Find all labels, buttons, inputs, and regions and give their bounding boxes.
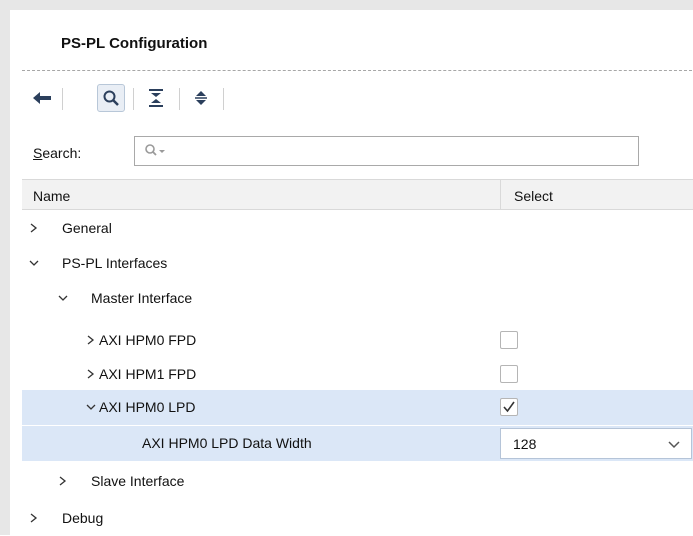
collapse-all-icon — [149, 89, 163, 107]
toolbar-separator — [133, 88, 134, 110]
chevron-down-icon[interactable] — [667, 439, 681, 449]
tree-row-label: AXI HPM0 FPD — [99, 332, 197, 348]
tree-row-axi-hpm0-lpd-data-width[interactable]: AXI HPM0 LPD Data Width 128 — [22, 426, 693, 461]
column-divider[interactable] — [500, 180, 501, 209]
tree-row-label: AXI HPM0 LPD — [99, 399, 196, 415]
tree-row-label: AXI HPM0 LPD Data Width — [142, 435, 312, 451]
data-width-value: 128 — [513, 436, 537, 452]
column-header-name[interactable]: Name — [33, 188, 70, 204]
tree-row-label: Slave Interface — [91, 473, 185, 489]
chevron-right-icon[interactable] — [84, 333, 98, 347]
tree-row-slave-interface[interactable]: Slave Interface — [22, 464, 693, 499]
data-width-select[interactable]: 128 — [500, 428, 692, 459]
tree-row-label: PS-PL Interfaces — [62, 255, 168, 271]
tree-row-axi-hpm0-fpd[interactable]: AXI HPM0 FPD — [22, 323, 693, 358]
chevron-down-icon[interactable] — [56, 291, 70, 305]
search-icon — [103, 90, 119, 106]
window-frame-left — [0, 0, 10, 535]
search-input[interactable] — [134, 136, 639, 166]
tree-row-label: AXI HPM1 FPD — [99, 366, 197, 382]
checkmark-icon — [503, 401, 515, 413]
back-arrow-icon — [33, 92, 51, 104]
window-frame-top — [0, 0, 693, 10]
select-checkbox[interactable] — [500, 331, 518, 349]
expand-all-icon — [195, 91, 207, 105]
chevron-right-icon[interactable] — [84, 367, 98, 381]
tree-row-axi-hpm1-fpd[interactable]: AXI HPM1 FPD — [22, 357, 693, 392]
expand-all-button[interactable] — [187, 84, 215, 112]
tree-row-general[interactable]: General — [22, 211, 693, 246]
back-button[interactable] — [28, 84, 56, 112]
chevron-down-icon[interactable] — [27, 256, 41, 270]
search-toggle-button[interactable] — [97, 84, 125, 112]
collapse-all-button[interactable] — [142, 84, 170, 112]
chevron-right-icon[interactable] — [27, 221, 41, 235]
search-label: Search: — [33, 145, 82, 161]
column-header-select[interactable]: Select — [514, 188, 553, 204]
tree-row-debug[interactable]: Debug — [22, 501, 693, 536]
chevron-down-icon[interactable] — [84, 400, 98, 414]
tree-row-axi-hpm0-lpd[interactable]: AXI HPM0 LPD — [22, 390, 693, 425]
tree-row-label: General — [62, 220, 112, 236]
table-header: Name Select — [22, 179, 693, 210]
chevron-right-icon[interactable] — [27, 511, 41, 525]
panel-title: PS-PL Configuration — [61, 35, 208, 52]
tree-row-label: Master Interface — [91, 290, 193, 306]
search-dropdown-icon[interactable] — [144, 143, 168, 157]
tree-row-master-interface[interactable]: Master Interface — [22, 281, 693, 316]
chevron-right-icon[interactable] — [56, 474, 70, 488]
toolbar-separator — [179, 88, 180, 110]
title-divider — [22, 70, 692, 71]
tree-row-label: Debug — [62, 510, 104, 526]
select-checkbox[interactable] — [500, 365, 518, 383]
select-checkbox-checked[interactable] — [500, 398, 518, 416]
toolbar-separator — [223, 88, 224, 110]
toolbar-separator — [62, 88, 63, 110]
tree-row-ps-pl-interfaces[interactable]: PS-PL Interfaces — [22, 246, 693, 281]
toolbar — [22, 78, 322, 120]
